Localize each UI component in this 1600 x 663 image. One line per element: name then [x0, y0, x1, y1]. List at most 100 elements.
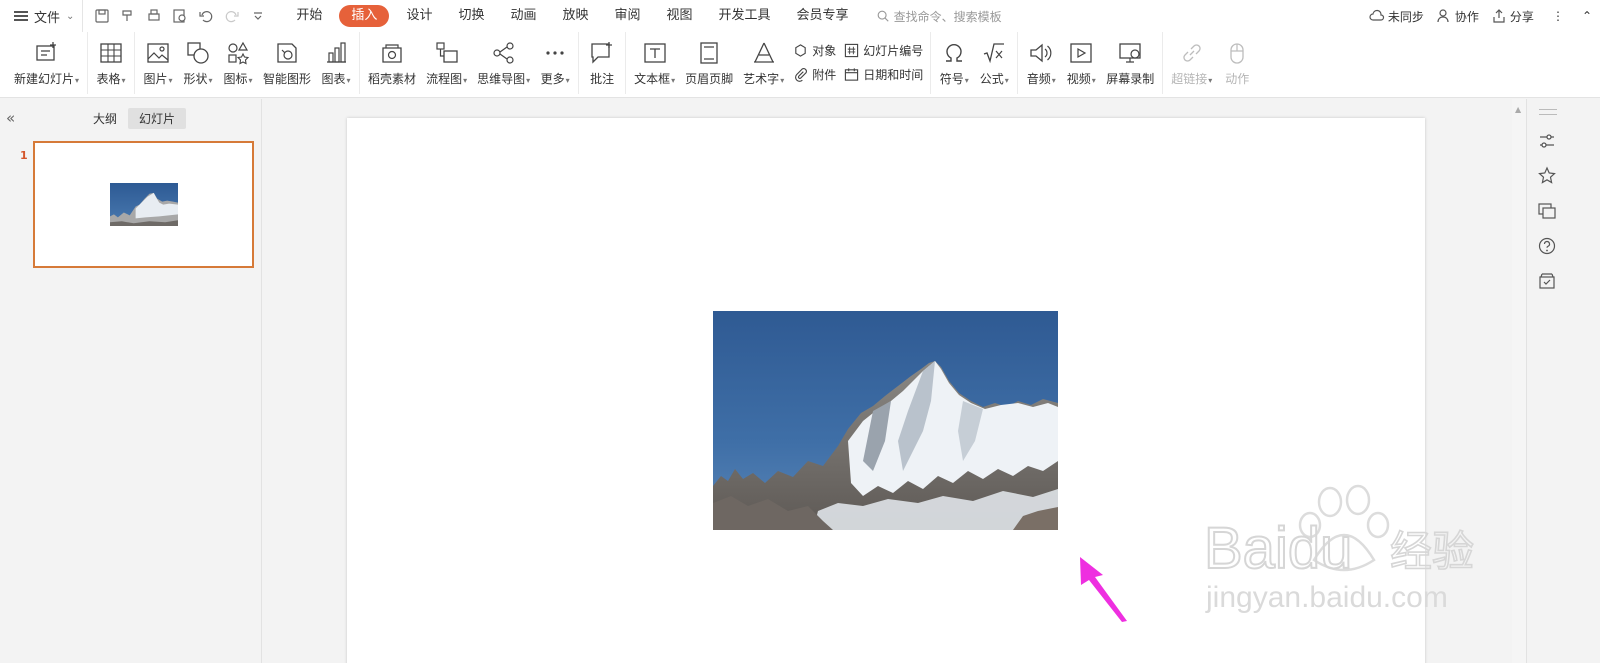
chart-icon: [327, 42, 347, 63]
format-painter-icon[interactable]: [117, 5, 139, 27]
header-footer-button[interactable]: 页眉页脚: [680, 36, 738, 89]
video-icon: [1070, 43, 1092, 63]
baidu-jingyan-watermark: Baidu 经验 jingyan.baidu.com: [1203, 484, 1475, 614]
print-preview-icon[interactable]: [169, 5, 191, 27]
new-slide-button[interactable]: 新建幻灯片▾: [9, 36, 84, 89]
file-menu[interactable]: 文件 ⌄: [0, 0, 82, 32]
more-menu-icon[interactable]: ⋮: [1552, 9, 1564, 23]
wordart-button[interactable]: 艺术字▾: [738, 36, 789, 89]
tab-insert[interactable]: 插入: [339, 5, 390, 27]
object-button[interactable]: 对象: [793, 38, 836, 62]
chart-label: 图表: [321, 72, 346, 86]
ribbon-group-media: 音频▾ 视频▾ 屏幕录制: [1018, 32, 1164, 94]
comment-button[interactable]: 批注: [582, 36, 622, 89]
attachment-button[interactable]: 附件: [793, 62, 836, 86]
audio-button[interactable]: 音频▾: [1021, 36, 1061, 89]
panel-view-tabs: 大纲 幻灯片: [82, 108, 187, 129]
cloud-icon: [1369, 9, 1384, 21]
shape-button[interactable]: 形状▾: [178, 36, 218, 89]
ribbon-group-links: 超链接▾ 动作: [1163, 32, 1260, 94]
slide-number-button[interactable]: 幻灯片编号: [844, 38, 923, 62]
slide-navigation-panel: « 大纲 幻灯片 1: [0, 99, 262, 663]
tab-developer[interactable]: 开发工具: [706, 5, 784, 27]
flowchart-button[interactable]: 流程图▾: [421, 36, 472, 89]
tab-outline[interactable]: 大纲: [82, 108, 128, 129]
collapse-ribbon-icon[interactable]: ⌃: [1582, 9, 1592, 23]
print-icon[interactable]: [143, 5, 165, 27]
table-button[interactable]: 表格▾: [91, 36, 131, 89]
tab-view[interactable]: 视图: [654, 5, 706, 27]
scroll-up-icon[interactable]: ▲: [1515, 105, 1521, 114]
sync-label: 未同步: [1387, 9, 1424, 24]
properties-icon[interactable]: [1537, 131, 1557, 151]
formula-button[interactable]: 公式▾: [974, 36, 1014, 89]
share-button[interactable]: 分享: [1491, 8, 1534, 25]
smart-art-icon: [277, 43, 297, 63]
formula-icon: [984, 43, 1005, 64]
chart-button[interactable]: 图表▾: [316, 36, 356, 89]
material-button[interactable]: 稻壳素材: [363, 36, 421, 89]
symbol-button[interactable]: 符号▾: [934, 36, 974, 89]
video-button[interactable]: 视频▾: [1061, 36, 1101, 89]
collapse-panel-icon[interactable]: «: [6, 109, 15, 127]
share-label: 分享: [1509, 9, 1534, 24]
command-search[interactable]: 查找命令、搜索模板: [876, 8, 1002, 25]
header-footer-icon: [700, 42, 718, 64]
ribbon-group-table: 表格▾: [88, 32, 136, 94]
vertical-scrollbar[interactable]: ▲: [1512, 99, 1526, 663]
more-label: 更多: [540, 72, 565, 86]
ribbon-insert: 新建幻灯片▾ 表格▾ 图片▾ 形状▾ 图标▾ 智能图形 图表▾ 稻壳素材 流程图…: [0, 32, 1600, 98]
collaborate-button[interactable]: 协作: [1436, 8, 1479, 25]
tab-design[interactable]: 设计: [393, 5, 445, 27]
object-icon: [795, 43, 806, 57]
tab-slides[interactable]: 幻灯片: [128, 108, 187, 129]
icon-button[interactable]: 图标▾: [218, 36, 258, 89]
tab-review[interactable]: 审阅: [602, 5, 654, 27]
ribbon-small-buttons-1: 对象 附件: [789, 36, 840, 88]
tab-slideshow[interactable]: 放映: [549, 5, 601, 27]
table-icon: [100, 43, 122, 63]
ribbon-group-slides: 新建幻灯片▾: [6, 32, 89, 94]
tab-member[interactable]: 会员专享: [784, 5, 862, 27]
sync-button[interactable]: 未同步: [1369, 8, 1424, 25]
help-icon[interactable]: [1537, 236, 1557, 256]
tab-home[interactable]: 开始: [283, 5, 335, 27]
redo-icon[interactable]: [221, 5, 243, 27]
calendar-icon: [845, 67, 859, 81]
ribbon-tabs: 开始 插入 设计 切换 动画 放映 审阅 视图 开发工具 会员专享: [283, 0, 861, 32]
mountain-picture[interactable]: [713, 311, 1058, 530]
annotation-arrow: [1080, 557, 1127, 622]
slide-thumbnail[interactable]: [33, 141, 254, 268]
presentation-app: 文件 ⌄ 开始 插入 设计 切换 动画 放映 审阅 视图 开发工具 会员专享 查…: [0, 0, 1600, 663]
watermark-url: jingyan.baidu.com: [1205, 581, 1448, 614]
speaker-icon: [1030, 43, 1052, 63]
mindmap-button[interactable]: 思维导图▾: [472, 36, 535, 89]
animation-star-icon[interactable]: [1537, 166, 1557, 186]
ribbon-group-comments: 批注: [579, 32, 627, 94]
save-icon[interactable]: [91, 5, 113, 27]
collaborate-label: 协作: [1454, 9, 1479, 24]
date-time-button[interactable]: 日期和时间: [844, 62, 923, 86]
customize-toolbar-icon[interactable]: [247, 5, 269, 27]
picture-label: 图片: [143, 72, 168, 86]
undo-icon[interactable]: [195, 5, 217, 27]
hyperlink-label: 超链接: [1171, 72, 1208, 86]
shape-icon: [187, 42, 209, 64]
wordart-label: 艺术字: [743, 72, 780, 86]
hyperlink-button[interactable]: 超链接▾: [1166, 36, 1217, 89]
slide-transition-icon[interactable]: [1537, 201, 1557, 221]
search-icon: [877, 10, 889, 22]
material-label: 稻壳素材: [368, 72, 417, 86]
tab-animations[interactable]: 动画: [497, 5, 549, 27]
backup-box-icon[interactable]: [1537, 271, 1557, 291]
material-icon: [382, 44, 402, 63]
ribbon-group-resources: 稻壳素材 流程图▾ 思维导图▾ 更多▾: [360, 32, 580, 94]
slide-number-label: 幻灯片编号: [863, 43, 924, 58]
screen-record-button[interactable]: 屏幕录制: [1101, 36, 1159, 89]
tab-transitions[interactable]: 切换: [445, 5, 497, 27]
textbox-button[interactable]: 文本框▾: [629, 36, 680, 89]
picture-button[interactable]: 图片▾: [138, 36, 178, 89]
action-button[interactable]: 动作: [1217, 36, 1257, 89]
smart-art-button[interactable]: 智能图形: [258, 36, 316, 89]
more-button[interactable]: 更多▾: [535, 36, 575, 89]
